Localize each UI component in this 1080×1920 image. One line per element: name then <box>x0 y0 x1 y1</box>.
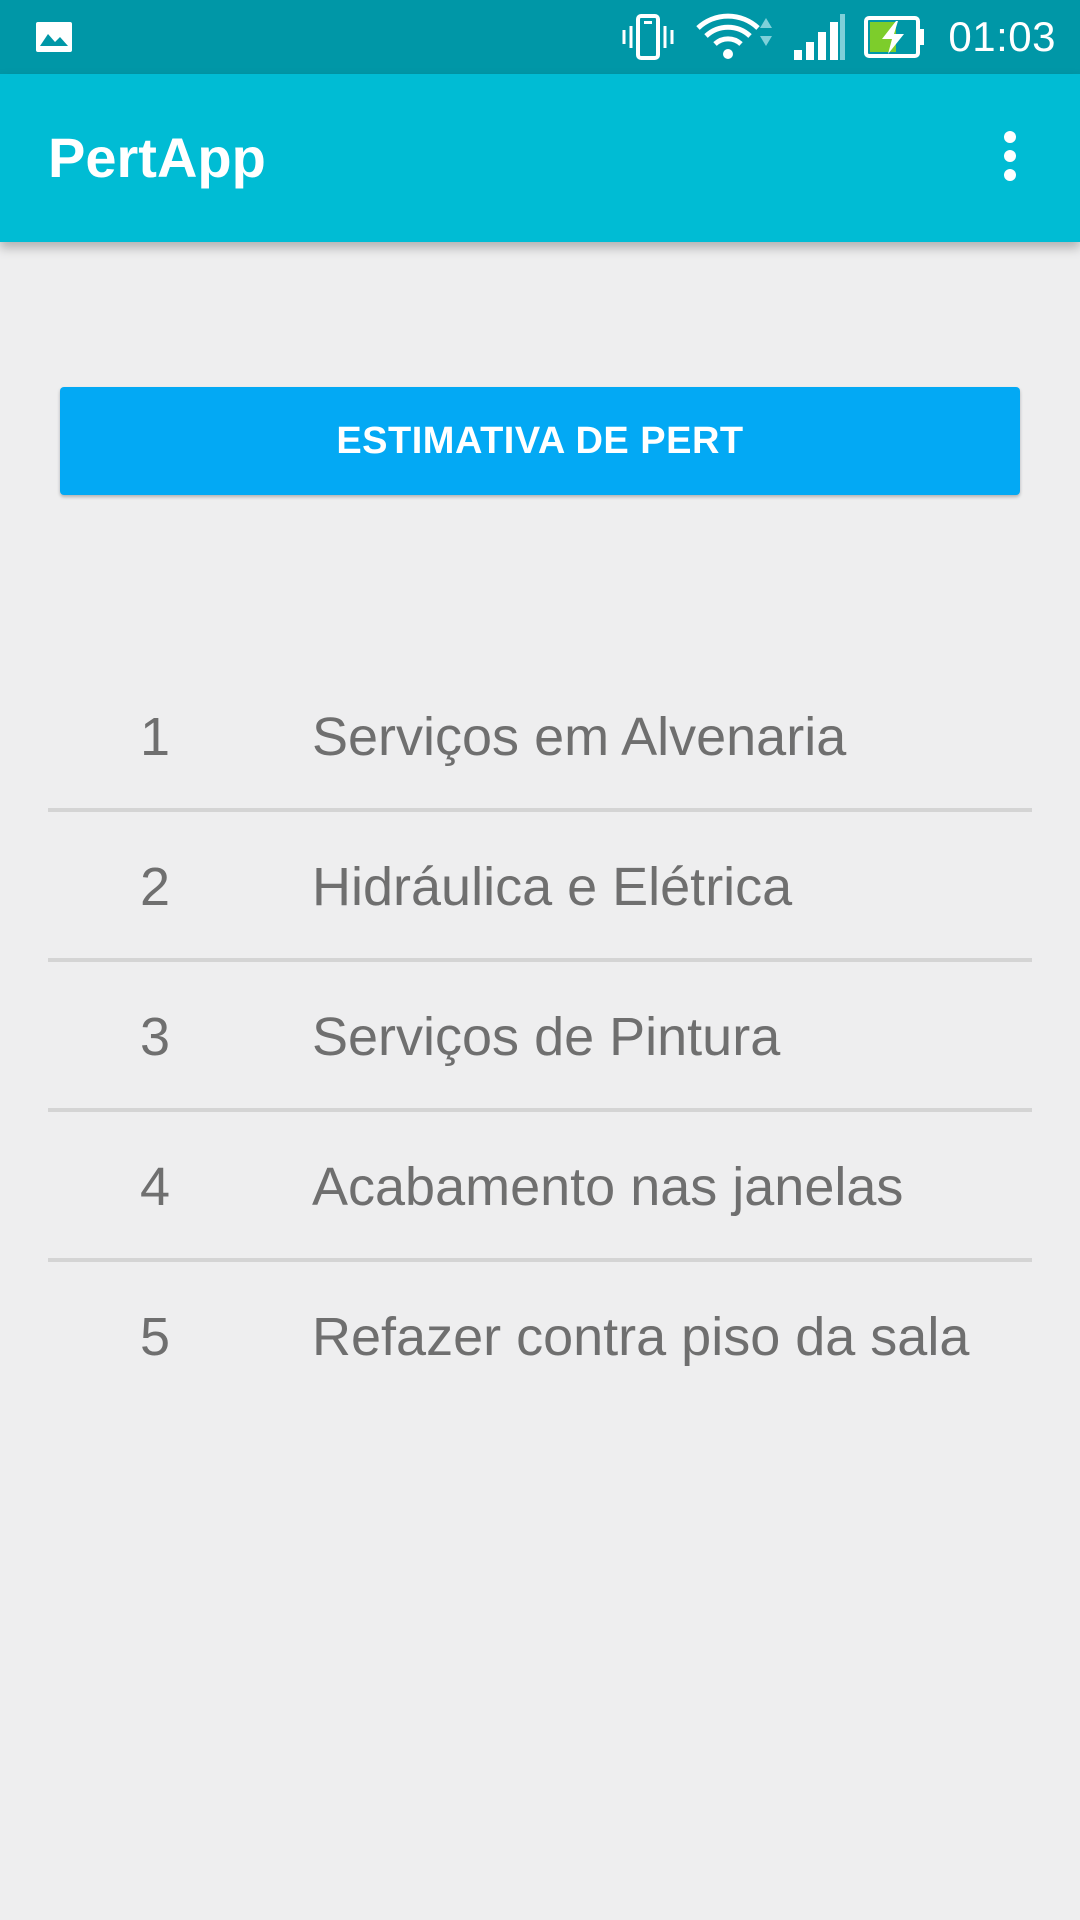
clock: 01:03 <box>948 13 1056 60</box>
image-notification-icon <box>34 20 74 54</box>
overflow-menu-button[interactable] <box>970 118 1050 198</box>
status-bar: 01:03 <box>0 0 1080 74</box>
app-title: PertApp <box>48 126 266 189</box>
task-name: Refazer contra piso da sala <box>312 1307 970 1367</box>
status-icons: 01:03 <box>620 0 1056 74</box>
cell-signal-icon <box>792 12 846 62</box>
battery-charging-icon <box>864 14 926 60</box>
wifi-icon <box>694 12 774 62</box>
task-number: 2 <box>140 857 171 917</box>
task-number: 4 <box>140 1157 171 1217</box>
task-number: 3 <box>140 1007 171 1067</box>
task-name: Acabamento nas janelas <box>312 1157 904 1217</box>
task-name: Hidráulica e Elétrica <box>312 857 793 917</box>
task-name: Serviços em Alvenaria <box>312 707 847 767</box>
overflow-menu-icon <box>1002 130 1018 187</box>
vibrate-icon <box>620 12 676 62</box>
task-number: 5 <box>140 1307 171 1367</box>
list-item[interactable]: 3 Serviços de Pintura <box>48 962 1032 1112</box>
pert-estimate-button[interactable]: ESTIMATIVA DE PERT <box>60 387 1020 495</box>
task-name: Serviços de Pintura <box>312 1007 781 1067</box>
task-number: 1 <box>140 707 171 767</box>
list-item[interactable]: 5 Refazer contra piso da sala <box>48 1262 1032 1412</box>
app-bar: PertApp <box>0 74 1080 242</box>
task-list: 1 Serviços em Alvenaria 2 Hidráulica e E… <box>48 662 1032 1412</box>
list-item[interactable]: 1 Serviços em Alvenaria <box>48 662 1032 812</box>
list-item[interactable]: 2 Hidráulica e Elétrica <box>48 812 1032 962</box>
list-item[interactable]: 4 Acabamento nas janelas <box>48 1112 1032 1262</box>
